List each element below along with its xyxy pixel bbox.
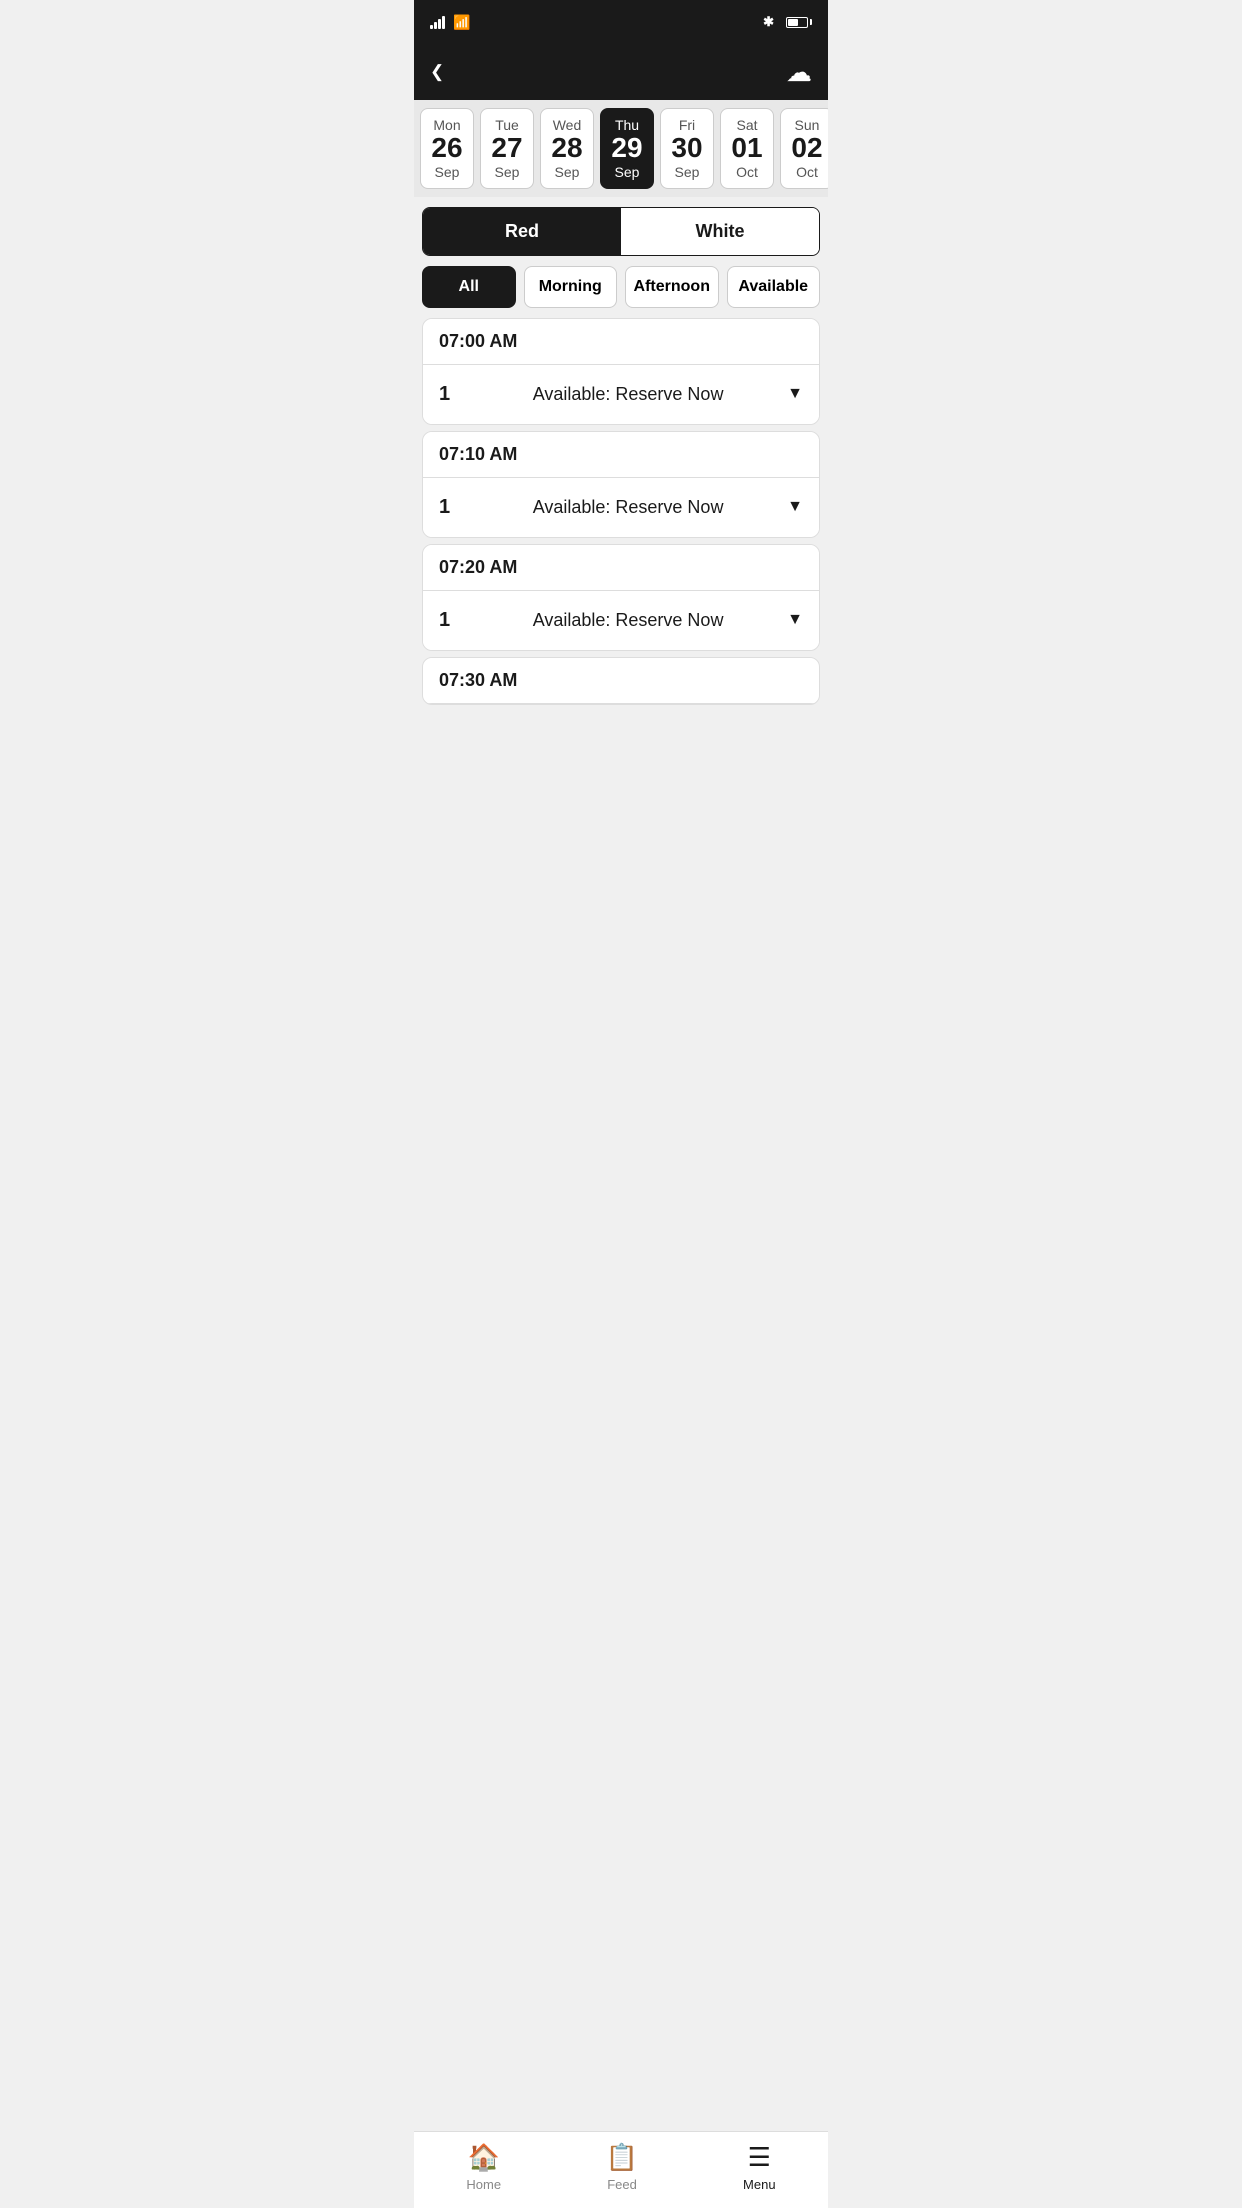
time-filter: AllMorningAfternoonAvailable — [422, 266, 820, 308]
slot-label: Available: Reserve Now — [469, 497, 787, 518]
day-name: Sun — [795, 117, 820, 133]
signal-icon — [430, 15, 445, 29]
day-month: Oct — [796, 164, 818, 180]
slot-row-1-0[interactable]: 1 Available: Reserve Now ▼ — [423, 478, 819, 537]
tab-bar: 🏠 Home 📋 Feed ☰ Menu — [414, 2131, 828, 2208]
feed-icon: 📋 — [606, 2142, 638, 2173]
day-number: 28 — [551, 133, 582, 164]
tab-feed[interactable]: 📋 Feed — [606, 2142, 638, 2192]
day-name: Tue — [495, 117, 519, 133]
day-name: Thu — [615, 117, 639, 133]
chevron-left-icon: ❮ — [430, 62, 444, 82]
battery-icon — [786, 17, 812, 28]
slot-time: 07:30 AM — [423, 658, 819, 704]
calendar-day-sat[interactable]: Sat 01 Oct — [720, 108, 774, 189]
day-month: Oct — [736, 164, 758, 180]
slot-row-0-0[interactable]: 1 Available: Reserve Now ▼ — [423, 365, 819, 424]
day-number: 01 — [731, 133, 762, 164]
cloud-icon[interactable]: ☁ — [786, 57, 812, 88]
day-number: 27 — [491, 133, 522, 164]
slot-time: 07:10 AM — [423, 432, 819, 478]
status-bar: 📶 ✱ — [414, 0, 828, 44]
slot-group-1: 07:10 AM 1 Available: Reserve Now ▼ — [422, 431, 820, 538]
wifi-icon: 📶 — [453, 14, 470, 31]
course-toggle: RedWhite — [422, 207, 820, 256]
slot-group-0: 07:00 AM 1 Available: Reserve Now ▼ — [422, 318, 820, 425]
slot-time: 07:00 AM — [423, 319, 819, 365]
day-month: Sep — [675, 164, 700, 180]
calendar-strip: Mon 26 Sep Tue 27 Sep Wed 28 Sep Thu 29 … — [414, 100, 828, 197]
course-btn-red[interactable]: Red — [423, 208, 621, 255]
tab-home[interactable]: 🏠 Home — [466, 2142, 501, 2192]
day-number: 02 — [791, 133, 822, 164]
status-right: ✱ — [763, 14, 812, 30]
filter-btn-morning[interactable]: Morning — [524, 266, 618, 308]
chevron-down-icon: ▼ — [787, 385, 803, 403]
course-btn-white[interactable]: White — [621, 208, 819, 255]
slot-label: Available: Reserve Now — [469, 610, 787, 631]
chevron-down-icon: ▼ — [787, 498, 803, 516]
day-name: Sat — [736, 117, 757, 133]
slot-number: 1 — [439, 383, 469, 406]
day-number: 30 — [671, 133, 702, 164]
slot-number: 1 — [439, 609, 469, 632]
chevron-down-icon: ▼ — [787, 611, 803, 629]
menu-icon: ☰ — [748, 2142, 771, 2173]
calendar-day-wed[interactable]: Wed 28 Sep — [540, 108, 594, 189]
calendar-day-mon[interactable]: Mon 26 Sep — [420, 108, 474, 189]
filter-btn-all[interactable]: All — [422, 266, 516, 308]
calendar-day-sun[interactable]: Sun 02 Oct — [780, 108, 828, 189]
day-month: Sep — [435, 164, 460, 180]
day-month: Sep — [615, 164, 640, 180]
bluetooth-icon: ✱ — [763, 14, 774, 30]
slot-row-2-0[interactable]: 1 Available: Reserve Now ▼ — [423, 591, 819, 650]
tab-label: Menu — [743, 2177, 776, 2192]
filter-btn-afternoon[interactable]: Afternoon — [625, 266, 719, 308]
day-month: Sep — [555, 164, 580, 180]
status-left: 📶 — [430, 14, 470, 31]
home-icon: 🏠 — [468, 2142, 500, 2173]
day-name: Wed — [553, 117, 582, 133]
calendar-day-thu[interactable]: Thu 29 Sep — [600, 108, 654, 189]
calendar-day-fri[interactable]: Fri 30 Sep — [660, 108, 714, 189]
day-name: Mon — [433, 117, 460, 133]
tab-menu[interactable]: ☰ Menu — [743, 2142, 776, 2192]
slot-group-3: 07:30 AM — [422, 657, 820, 705]
day-name: Fri — [679, 117, 695, 133]
slots-container: 07:00 AM 1 Available: Reserve Now ▼ 07:1… — [414, 318, 828, 791]
slot-group-2: 07:20 AM 1 Available: Reserve Now ▼ — [422, 544, 820, 651]
day-number: 26 — [431, 133, 462, 164]
day-number: 29 — [611, 133, 642, 164]
slot-number: 1 — [439, 496, 469, 519]
calendar-day-tue[interactable]: Tue 27 Sep — [480, 108, 534, 189]
back-button[interactable]: ❮ — [430, 62, 448, 82]
slot-time: 07:20 AM — [423, 545, 819, 591]
day-month: Sep — [495, 164, 520, 180]
slot-label: Available: Reserve Now — [469, 384, 787, 405]
tab-label: Feed — [607, 2177, 637, 2192]
filter-btn-available[interactable]: Available — [727, 266, 821, 308]
tab-label: Home — [466, 2177, 501, 2192]
nav-bar: ❮ ☁ — [414, 44, 828, 100]
